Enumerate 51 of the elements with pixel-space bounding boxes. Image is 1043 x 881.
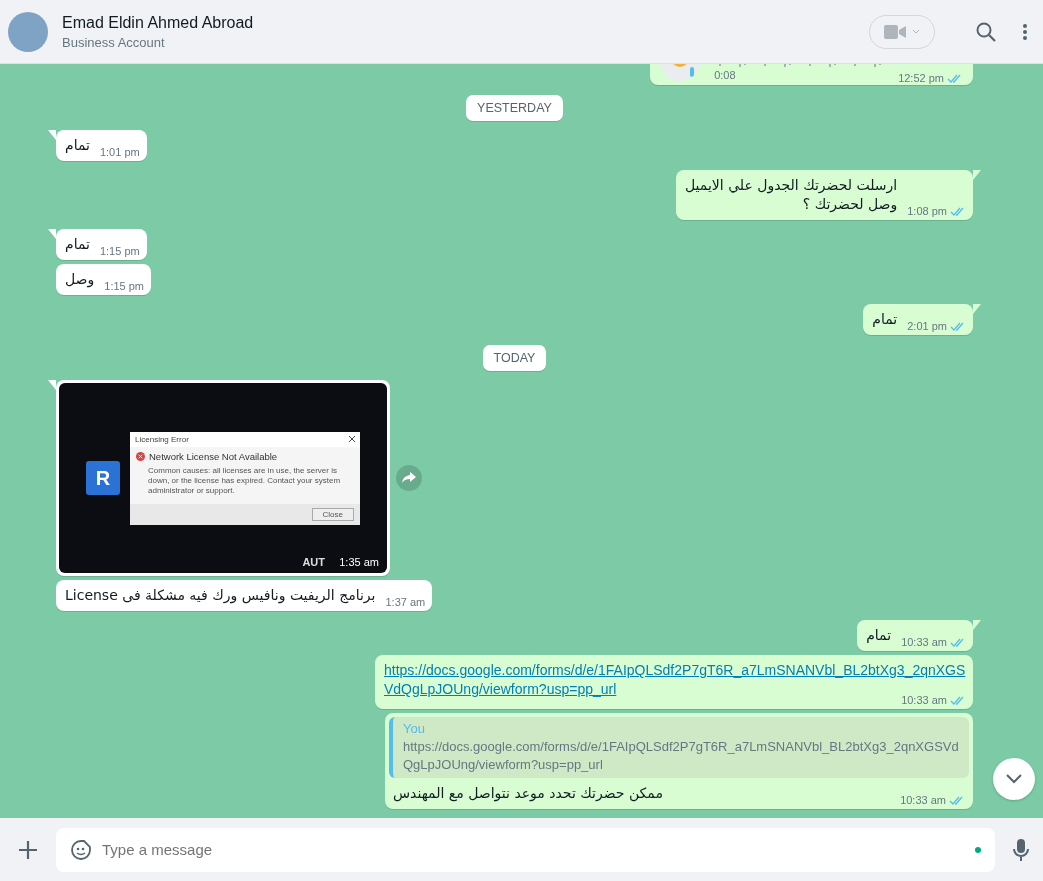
video-camera-icon: [884, 24, 906, 39]
quoted-message[interactable]: You https://docs.google.com/forms/d/e/1FAIpQLSdf2P7gT6R_a7LmSNANVbl_BL2btXg3_2qnXGSVdQgLpJOUng/viewform?usp=pp_url: [389, 717, 969, 778]
message-time: 1:35 am: [339, 556, 379, 568]
microphone-icon: [1013, 837, 1029, 862]
menu-icon: [1023, 23, 1027, 40]
menu-button[interactable]: [1023, 23, 1027, 40]
message-text: برنامج الريفيت ونافيس ورك فيه مشكلة فى License: [65, 586, 376, 605]
message-time: 1:01 pm: [99, 146, 140, 158]
message-text: تمام: [866, 626, 892, 645]
message-field[interactable]: Type a message: [56, 827, 995, 872]
date-divider: TODAY: [482, 345, 547, 371]
message-time: 10:33 am: [901, 694, 947, 706]
message-text: تمام: [65, 136, 90, 155]
chevron-down-icon: [1006, 774, 1022, 784]
app-logo: R: [86, 461, 120, 495]
quote-text: https://docs.google.com/forms/d/e/1FAIpQLSdf2P7gT6R_a7LmSNANVbl_BL2btXg3_2qnXGSVdQgLpJOUng/viewform?usp=pp_url: [403, 738, 959, 774]
forward-arrow-icon: [402, 472, 416, 484]
dialog-text: Common causes: all licenses are in use, the server is down, or the license has expired. Contact your system administrator or support.: [147, 464, 342, 497]
caret-icon: [912, 29, 920, 34]
plus-icon: [18, 839, 38, 860]
message-time: 1:15 pm: [99, 245, 140, 257]
message-time: 1:15 pm: [104, 280, 144, 292]
error-icon: [136, 451, 145, 461]
message-time: 10:33 am: [900, 794, 946, 806]
message-time: 2:01 pm: [907, 320, 947, 332]
message-text: تمام: [65, 235, 90, 254]
voice-duration: 0:08: [714, 69, 737, 81]
microphone-button[interactable]: [1013, 837, 1029, 862]
message-text: ممكن حضرتك تحدد موعد نتواصل مع المهندس: [393, 784, 663, 803]
attach-button[interactable]: [18, 839, 38, 860]
message-time: 1:08 pm: [907, 205, 947, 217]
message-text: وصل: [65, 270, 95, 289]
message-time: 1:37 am: [385, 596, 426, 608]
quote-author: You: [403, 721, 426, 736]
message-time: 10:33 am: [901, 636, 947, 648]
date-divider: YESTERDAY: [466, 95, 563, 121]
sticker-icon[interactable]: [70, 838, 92, 861]
account-type: Business Account: [62, 34, 166, 50]
contact-name: Emad Eldin Ahmed Abroad: [62, 13, 255, 32]
scroll-down-button[interactable]: [993, 758, 1035, 800]
message-text: تمام: [872, 310, 898, 329]
search-button[interactable]: [975, 20, 997, 43]
close-icon: [349, 436, 355, 442]
brand-text: AUT: [302, 556, 325, 568]
forward-button[interactable]: [396, 465, 422, 491]
status-dot: [975, 846, 981, 853]
message-time: 12:52 pm: [898, 72, 944, 84]
dialog-heading: Network License Not Available: [149, 450, 278, 462]
message-text: ارسلت لحضرتك الجدول علي الايميل وصل لحضرتك ؟: [685, 176, 898, 214]
dialog-title: Licensing Error: [135, 434, 189, 444]
search-icon: [975, 20, 997, 43]
